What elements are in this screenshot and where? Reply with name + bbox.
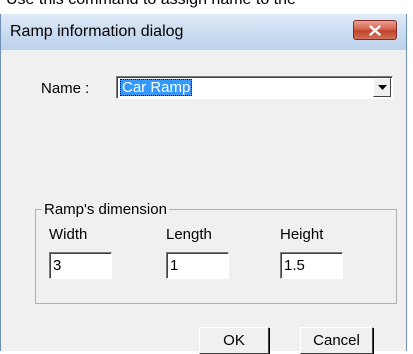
length-label: Length xyxy=(166,226,212,243)
background-instruction-text: Use this command to assign name to the xyxy=(6,0,296,9)
name-label: Name : xyxy=(41,80,90,97)
name-dropdown-button[interactable] xyxy=(373,78,391,97)
ramp-information-dialog: Ramp information dialog Name : Car Ramp … xyxy=(0,14,407,354)
width-label: Width xyxy=(49,226,88,243)
close-x-icon xyxy=(369,24,381,36)
length-input[interactable] xyxy=(166,252,229,279)
name-selected-value[interactable]: Car Ramp xyxy=(120,79,193,96)
dropdown-arrow-icon xyxy=(377,85,387,90)
height-input[interactable] xyxy=(280,252,343,279)
height-label: Height xyxy=(280,226,324,243)
title-bar[interactable]: Ramp information dialog xyxy=(1,14,406,50)
ramp-dimension-group: Ramp's dimension Width Length Height xyxy=(35,201,397,304)
cancel-button[interactable]: Cancel xyxy=(300,327,373,354)
width-input[interactable] xyxy=(49,252,112,279)
ok-button[interactable]: OK xyxy=(199,327,269,354)
window-title: Ramp information dialog xyxy=(10,23,184,40)
name-combobox[interactable]: Car Ramp xyxy=(116,76,393,99)
close-button[interactable] xyxy=(353,20,397,40)
dialog-body: Name : Car Ramp Ramp's dimension Width L… xyxy=(5,50,402,354)
ramp-dimension-group-label: Ramp's dimension xyxy=(42,201,169,218)
